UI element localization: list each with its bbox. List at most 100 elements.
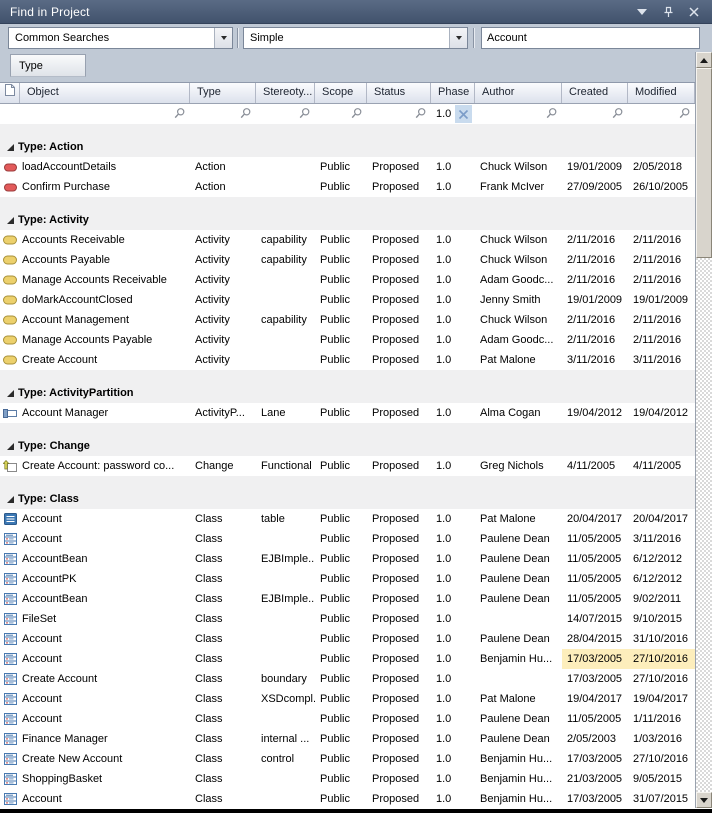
column-header-author[interactable]: Author xyxy=(475,83,562,103)
table-row[interactable]: AccountClassPublicProposed1.0Benjamin Hu… xyxy=(0,789,695,809)
cell-status: Proposed xyxy=(367,549,431,569)
table-row[interactable]: Finance ManagerClassinternal ...PublicPr… xyxy=(0,729,695,749)
table-row[interactable]: Create AccountClassboundaryPublicPropose… xyxy=(0,669,695,689)
pin-icon[interactable] xyxy=(660,4,676,20)
titlebar[interactable]: Find in Project xyxy=(0,0,712,24)
element-page-icon xyxy=(4,83,16,103)
search-filter-icon xyxy=(678,107,691,123)
scroll-down-button[interactable] xyxy=(696,792,712,808)
bottom-border xyxy=(0,808,712,813)
column-header-stereotype[interactable]: Stereoty... xyxy=(256,83,315,103)
table-row[interactable]: AccountClassPublicProposed1.0Benjamin Hu… xyxy=(0,649,695,669)
search-input[interactable] xyxy=(481,27,700,49)
cell-author: Jenny Smith xyxy=(475,290,562,310)
table-row[interactable]: doMarkAccountClosedActivityPublicPropose… xyxy=(0,290,695,310)
table-row[interactable]: Account ManagerActivityP...LanePublicPro… xyxy=(0,403,695,423)
column-header-status[interactable]: Status xyxy=(367,83,431,103)
cell-phase: 1.0 xyxy=(431,330,475,350)
cell-scope: Public xyxy=(315,749,367,769)
column-header-phase[interactable]: Phase xyxy=(431,83,475,103)
cell-modified: 31/10/2016 xyxy=(628,629,695,649)
table-row[interactable]: AccountClassPublicProposed1.0Paulene Dea… xyxy=(0,529,695,549)
cell-status: Proposed xyxy=(367,157,431,177)
collapse-triangle-icon xyxy=(6,143,18,152)
filter-status[interactable] xyxy=(367,104,431,124)
cell-author: Greg Nichols xyxy=(475,456,562,476)
cell-scope: Public xyxy=(315,669,367,689)
column-header-created[interactable]: Created xyxy=(562,83,628,103)
cell-author: Pat Malone xyxy=(475,350,562,370)
table-row[interactable]: AccountBeanClassEJBImple...PublicPropose… xyxy=(0,589,695,609)
table-row[interactable]: AccountClassPublicProposed1.0Paulene Dea… xyxy=(0,709,695,729)
chevron-down-icon[interactable] xyxy=(449,28,467,48)
cell-phase: 1.0 xyxy=(431,529,475,549)
cell-phase: 1.0 xyxy=(431,250,475,270)
group-header[interactable]: Type: ActivityPartition xyxy=(0,383,695,403)
column-header-type[interactable]: Type xyxy=(190,83,256,103)
clear-filter-button[interactable] xyxy=(455,105,472,123)
filter-modified[interactable] xyxy=(628,104,695,124)
column-header-modified[interactable]: Modified xyxy=(628,83,695,103)
cell-object: Finance Manager xyxy=(20,729,190,749)
table-row[interactable]: Manage Accounts ReceivableActivityPublic… xyxy=(0,270,695,290)
chevron-down-icon[interactable] xyxy=(214,28,232,48)
column-header-object[interactable]: Object xyxy=(20,83,190,103)
cell-modified: 2/05/2018 xyxy=(628,157,695,177)
table-row[interactable]: Accounts ReceivableActivitycapabilityPub… xyxy=(0,230,695,250)
cell-type: Class xyxy=(190,749,256,769)
cell-created: 11/05/2005 xyxy=(562,589,628,609)
close-icon[interactable] xyxy=(686,4,702,20)
cell-created: 2/11/2016 xyxy=(562,230,628,250)
filter-type[interactable] xyxy=(190,104,256,124)
filter-created[interactable] xyxy=(562,104,628,124)
table-row[interactable]: Account ManagementActivitycapabilityPubl… xyxy=(0,310,695,330)
scrollbar-thumb[interactable] xyxy=(696,68,712,258)
table-row[interactable]: AccountClasstablePublicProposed1.0Pat Ma… xyxy=(0,509,695,529)
cell-type: Class xyxy=(190,669,256,689)
table-row[interactable]: Manage Accounts PayableActivityPublicPro… xyxy=(0,330,695,350)
filter-phase[interactable]: 1.0 xyxy=(431,104,475,124)
cell-object: ShoppingBasket xyxy=(20,769,190,789)
table-row[interactable]: Create AccountActivityPublicProposed1.0P… xyxy=(0,350,695,370)
scroll-up-button[interactable] xyxy=(696,52,712,68)
vertical-scrollbar[interactable] xyxy=(695,52,712,808)
table-row[interactable]: AccountClassXSDcompl...PublicProposed1.0… xyxy=(0,689,695,709)
cell-author: Chuck Wilson xyxy=(475,310,562,330)
table-row[interactable]: Create New AccountClasscontrolPublicProp… xyxy=(0,749,695,769)
filter-author[interactable] xyxy=(475,104,562,124)
table-row[interactable]: AccountBeanClassEJBImple...PublicPropose… xyxy=(0,549,695,569)
group-header[interactable]: Type: Action xyxy=(0,137,695,157)
table-row[interactable]: loadAccountDetailsActionPublicProposed1.… xyxy=(0,157,695,177)
search-type-combobox[interactable]: Common Searches xyxy=(8,27,233,49)
table-row[interactable]: Accounts PayableActivitycapabilityPublic… xyxy=(0,250,695,270)
cell-phase: 1.0 xyxy=(431,769,475,789)
cell-created: 2/11/2016 xyxy=(562,270,628,290)
cell-created: 2/11/2016 xyxy=(562,310,628,330)
tab-type[interactable]: Type xyxy=(10,54,86,77)
cell-modified: 26/10/2005 xyxy=(628,177,695,197)
filter-scope[interactable] xyxy=(315,104,367,124)
group-header[interactable]: Type: Class xyxy=(0,489,695,509)
cell-status: Proposed xyxy=(367,350,431,370)
table-row[interactable]: Create Account: password co...ChangeFunc… xyxy=(0,456,695,476)
table-row[interactable]: ShoppingBasketClassPublicProposed1.0Benj… xyxy=(0,769,695,789)
group-header[interactable]: Type: Change xyxy=(0,436,695,456)
class-icon xyxy=(0,629,20,649)
cell-modified: 9/05/2015 xyxy=(628,769,695,789)
cell-scope: Public xyxy=(315,330,367,350)
filter-stereotype[interactable] xyxy=(256,104,315,124)
cell-scope: Public xyxy=(315,230,367,250)
table-row[interactable]: AccountPKClassPublicProposed1.0Paulene D… xyxy=(0,569,695,589)
column-header-icon[interactable] xyxy=(0,83,20,103)
cell-author xyxy=(475,609,562,629)
table-row[interactable]: AccountClassPublicProposed1.0Paulene Dea… xyxy=(0,629,695,649)
group-header[interactable]: Type: Activity xyxy=(0,210,695,230)
cell-scope: Public xyxy=(315,250,367,270)
cell-modified: 19/04/2017 xyxy=(628,689,695,709)
filter-object[interactable] xyxy=(20,104,190,124)
table-row[interactable]: FileSetClassPublicProposed1.014/07/20159… xyxy=(0,609,695,629)
column-header-scope[interactable]: Scope xyxy=(315,83,367,103)
table-row[interactable]: Confirm PurchaseActionPublicProposed1.0F… xyxy=(0,177,695,197)
window-menu-icon[interactable] xyxy=(634,4,650,20)
search-definition-combobox[interactable]: Simple xyxy=(243,27,468,49)
